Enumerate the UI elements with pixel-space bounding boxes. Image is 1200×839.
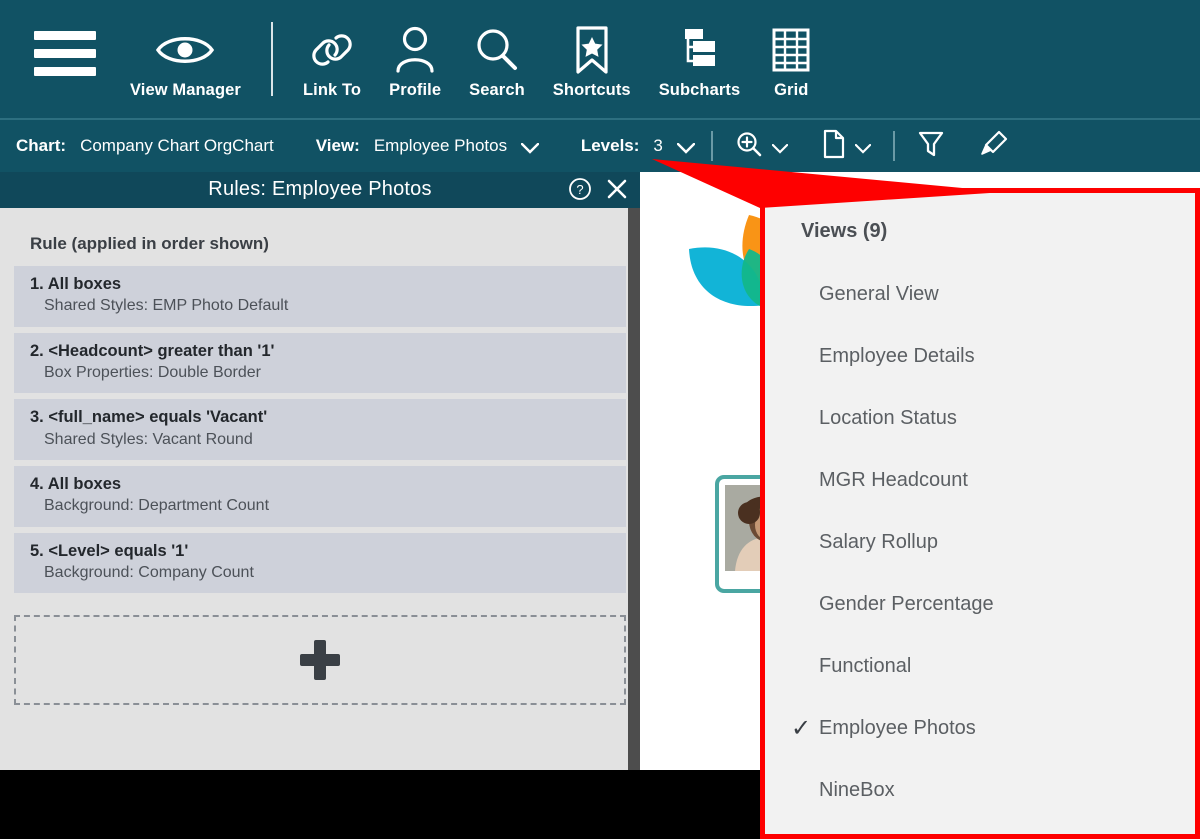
rule-list-item[interactable]: 5. <Level> equals '1' Background: Compan… bbox=[14, 533, 626, 594]
toolbar-item-link-to[interactable]: Link To bbox=[289, 0, 375, 118]
chevron-down-icon bbox=[855, 139, 871, 159]
views-menu-item-label: MGR Headcount bbox=[819, 469, 968, 492]
help-circle-icon[interactable]: ? bbox=[568, 177, 592, 201]
levels-value: 3 bbox=[653, 136, 662, 155]
subcharts-icon bbox=[677, 19, 721, 81]
page-icon bbox=[822, 129, 846, 164]
toolbar-divider bbox=[711, 131, 713, 161]
rule-condition: 5. <Level> equals '1' bbox=[30, 540, 626, 562]
rule-list-item[interactable]: 1. All boxes Shared Styles: EMP Photo De… bbox=[14, 266, 626, 327]
chevron-down-icon bbox=[677, 139, 695, 159]
rule-action: Box Properties: Double Border bbox=[30, 362, 626, 384]
views-menu-item-label: NineBox bbox=[819, 779, 895, 802]
toolbar-label: Shortcuts bbox=[553, 81, 631, 118]
person-icon bbox=[393, 19, 437, 81]
rules-panel-title: Rules: Employee Photos bbox=[208, 178, 431, 201]
toolbar-item-subcharts[interactable]: Subcharts bbox=[645, 0, 755, 118]
context-toolbar: Chart: Company Chart OrgChart View: Empl… bbox=[0, 118, 1200, 172]
view-value: Employee Photos bbox=[374, 136, 507, 155]
toolbar-label: Subcharts bbox=[659, 81, 741, 118]
views-menu-item-mgr-headcount[interactable]: MGR Headcount bbox=[765, 449, 1195, 511]
views-menu-item-general-view[interactable]: General View bbox=[765, 263, 1195, 325]
chevron-down-icon bbox=[521, 139, 539, 159]
rule-condition: 4. All boxes bbox=[30, 473, 626, 495]
toolbar-divider bbox=[271, 22, 273, 96]
toolbar-item-grid[interactable]: Grid bbox=[754, 0, 828, 118]
highlighter-icon bbox=[979, 129, 1009, 164]
chevron-down-icon bbox=[772, 139, 788, 159]
toolbar-label: Profile bbox=[389, 81, 441, 118]
view-selector[interactable]: Employee Photos bbox=[374, 136, 539, 156]
rule-condition: 1. All boxes bbox=[30, 273, 626, 295]
chart-value[interactable]: Company Chart OrgChart bbox=[80, 136, 274, 156]
filter-button[interactable] bbox=[911, 129, 951, 164]
views-menu-item-gender-percentage[interactable]: Gender Percentage bbox=[765, 573, 1195, 635]
toolbar-divider bbox=[893, 131, 895, 161]
funnel-filter-icon bbox=[917, 129, 945, 164]
views-menu-item-label: Employee Details bbox=[819, 345, 975, 368]
rule-list-item[interactable]: 2. <Headcount> greater than '1' Box Prop… bbox=[14, 333, 626, 394]
toolbar-item-search[interactable]: Search bbox=[455, 0, 539, 118]
views-menu-list: General View Employee Details Location S… bbox=[765, 263, 1195, 821]
views-menu-title: Views (9) bbox=[765, 193, 1195, 243]
zoom-control[interactable] bbox=[729, 130, 794, 163]
eye-icon bbox=[154, 19, 216, 81]
toolbar-item-profile[interactable]: Profile bbox=[375, 0, 455, 118]
views-menu-item-label: General View bbox=[819, 283, 939, 306]
grid-icon bbox=[768, 19, 814, 81]
zoom-in-icon bbox=[735, 130, 763, 163]
chart-label: Chart: bbox=[16, 136, 66, 156]
views-menu-item-salary-rollup[interactable]: Salary Rollup bbox=[765, 511, 1195, 573]
page-size-control[interactable] bbox=[816, 129, 877, 164]
rules-panel-header: Rules: Employee Photos ? bbox=[0, 170, 640, 208]
toolbar-label: Link To bbox=[303, 81, 361, 118]
magnifier-icon bbox=[474, 19, 520, 81]
toolbar-label: Search bbox=[469, 81, 525, 118]
close-icon[interactable] bbox=[606, 178, 628, 200]
views-menu-item-functional[interactable]: Functional bbox=[765, 635, 1195, 697]
rule-list-item[interactable]: 4. All boxes Background: Department Coun… bbox=[14, 466, 626, 527]
rule-action: Shared Styles: EMP Photo Default bbox=[30, 295, 626, 317]
rule-action: Shared Styles: Vacant Round bbox=[30, 429, 626, 451]
toolbar-label: View Manager bbox=[130, 81, 241, 118]
views-menu-item-label: Functional bbox=[819, 655, 911, 678]
views-menu-item-label: Location Status bbox=[819, 407, 957, 430]
views-menu-item-location-status[interactable]: Location Status bbox=[765, 387, 1195, 449]
plus-icon bbox=[300, 640, 340, 680]
views-dropdown-menu: Views (9) General View Employee Details … bbox=[760, 188, 1200, 839]
rules-panel: Rules: Employee Photos ? Rule (applied i… bbox=[0, 170, 640, 770]
view-label: View: bbox=[316, 136, 360, 156]
views-menu-item-employee-photos[interactable]: ✓ Employee Photos bbox=[765, 697, 1195, 759]
rules-panel-body: Rule (applied in order shown) 1. All box… bbox=[0, 208, 640, 705]
rules-panel-scrollbar[interactable] bbox=[628, 208, 640, 770]
rule-action: Background: Company Count bbox=[30, 562, 626, 584]
svg-text:?: ? bbox=[576, 182, 583, 197]
checkmark-icon: ✓ bbox=[783, 714, 819, 743]
rule-list-item[interactable]: 3. <full_name> equals 'Vacant' Shared St… bbox=[14, 399, 626, 460]
views-menu-item-employee-details[interactable]: Employee Details bbox=[765, 325, 1195, 387]
rule-condition: 3. <full_name> equals 'Vacant' bbox=[30, 406, 626, 428]
link-icon bbox=[308, 19, 356, 81]
views-menu-item-label: Employee Photos bbox=[819, 717, 976, 740]
application-window: Rules: Employee Photos ? Rule (applied i… bbox=[0, 0, 1200, 839]
toolbar-label: Grid bbox=[774, 81, 808, 118]
toolbar-item-view-manager[interactable]: View Manager bbox=[116, 0, 255, 118]
toolbar-item-shortcuts[interactable]: Shortcuts bbox=[539, 0, 645, 118]
rule-condition: 2. <Headcount> greater than '1' bbox=[30, 340, 626, 362]
bookmark-star-icon bbox=[572, 19, 612, 81]
hamburger-icon bbox=[28, 31, 102, 76]
hamburger-menu-button[interactable] bbox=[18, 0, 116, 118]
views-menu-item-ninebox[interactable]: NineBox bbox=[765, 759, 1195, 821]
views-menu-item-label: Gender Percentage bbox=[819, 593, 994, 616]
views-menu-item-label: Salary Rollup bbox=[819, 531, 938, 554]
highlighter-button[interactable] bbox=[973, 129, 1015, 164]
levels-label: Levels: bbox=[581, 136, 640, 156]
rule-action: Background: Department Count bbox=[30, 495, 626, 517]
levels-selector[interactable]: 3 bbox=[653, 136, 694, 156]
rules-column-header: Rule (applied in order shown) bbox=[14, 208, 626, 266]
main-toolbar: View Manager Link To bbox=[0, 0, 1200, 118]
add-rule-button[interactable] bbox=[14, 615, 626, 705]
